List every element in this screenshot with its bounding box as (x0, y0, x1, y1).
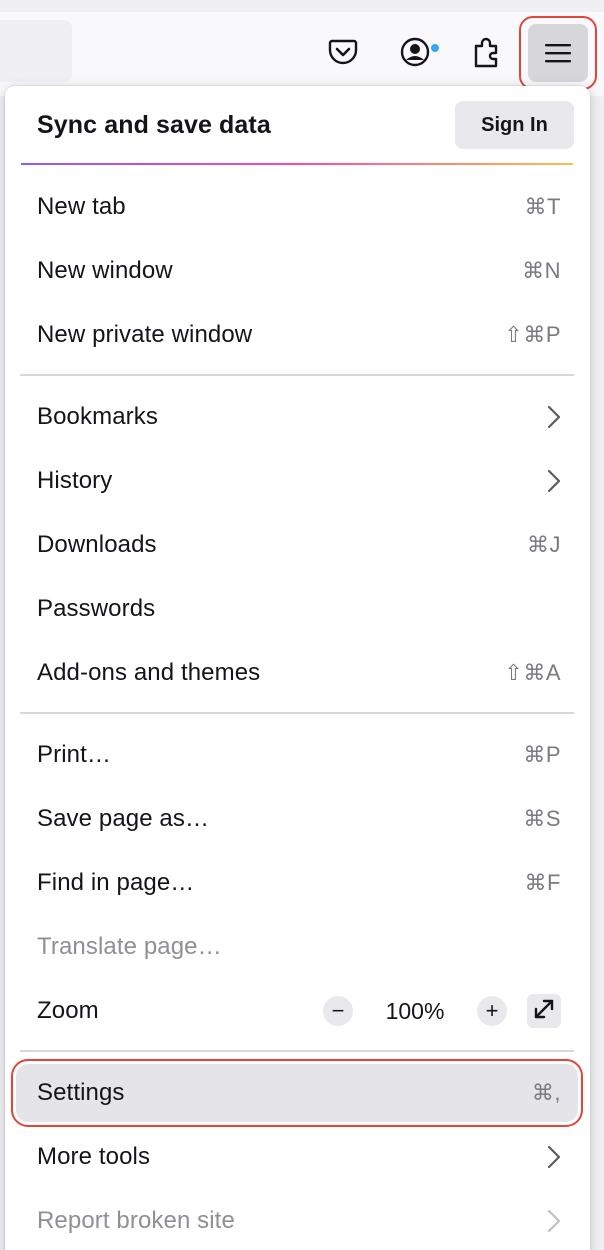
shortcut-label: ⌘P (523, 742, 561, 767)
shortcut-label: ⌘T (524, 194, 561, 219)
notification-badge (429, 42, 441, 54)
chevron-right-icon (547, 469, 561, 493)
shortcut-label: ⌘J (527, 532, 561, 557)
shortcut-label: ⌘F (524, 870, 561, 895)
account-button[interactable] (391, 27, 441, 77)
menu-item-more-tools[interactable]: More tools (16, 1128, 578, 1186)
menu-item-print[interactable]: Print… ⌘P (16, 726, 578, 784)
menu-item-bookmarks[interactable]: Bookmarks (16, 388, 578, 446)
menu-item-new-window[interactable]: New window ⌘N (16, 242, 578, 300)
menu-item-label: Passwords (37, 595, 156, 622)
menu-item-translate-page: Translate page… (16, 918, 578, 976)
menu-item-addons-themes[interactable]: Add-ons and themes ⇧⌘A (16, 644, 578, 702)
menu-item-history[interactable]: History (16, 452, 578, 510)
shortcut-label: ⌘S (523, 806, 561, 831)
menu-item-label: Downloads (37, 531, 157, 558)
menu-item-report-broken-site: Report broken site (16, 1192, 578, 1250)
zoom-controls: − 100% + (323, 994, 561, 1028)
app-menu-button-bg (528, 24, 588, 82)
shortcut-label: ⇧⌘P (504, 322, 561, 347)
menu-item-label: Add-ons and themes (37, 659, 261, 686)
menu-item-settings[interactable]: Settings ⌘, (11, 1059, 583, 1127)
menu-item-label: More tools (37, 1143, 151, 1170)
menu-item-label: New window (37, 257, 173, 284)
zoom-out-button[interactable]: − (323, 996, 353, 1026)
tab-strip (0, 0, 604, 12)
menu-item-downloads[interactable]: Downloads ⌘J (16, 516, 578, 574)
menu-item-new-tab[interactable]: New tab ⌘T (16, 178, 578, 236)
menu-item-save-page-as[interactable]: Save page as… ⌘S (16, 790, 578, 848)
menu-item-find-in-page[interactable]: Find in page… ⌘F (16, 854, 578, 912)
menu-item-label: Bookmarks (37, 403, 158, 430)
zoom-row: Zoom − 100% + (16, 982, 578, 1040)
menu-item-label: Settings (37, 1079, 125, 1106)
menu-item-new-private-window[interactable]: New private window ⇧⌘P (16, 306, 578, 364)
sync-header: Sync and save data Sign In (5, 86, 590, 164)
fullscreen-icon (532, 997, 556, 1026)
menu-separator (20, 1050, 574, 1052)
menu-item-label: Find in page… (37, 869, 195, 896)
menu-item-passwords[interactable]: Passwords (16, 580, 578, 638)
app-menu-button[interactable] (519, 16, 597, 90)
menu-item-label: New private window (37, 321, 253, 348)
menu-item-label: New tab (37, 193, 126, 220)
hamburger-icon (545, 43, 571, 63)
sign-in-button[interactable]: Sign In (455, 101, 574, 149)
accent-divider (21, 163, 573, 165)
menu-item-label: History (37, 467, 113, 494)
shortcut-label: ⇧⌘A (504, 660, 561, 685)
fullscreen-button[interactable] (527, 994, 561, 1028)
zoom-in-button[interactable]: + (477, 996, 507, 1026)
zoom-label: Zoom (37, 997, 99, 1024)
chevron-right-icon (547, 405, 561, 429)
sync-title: Sync and save data (37, 110, 271, 139)
app-menu-panel: Sync and save data Sign In New tab ⌘T Ne… (5, 86, 590, 1250)
chevron-right-icon (547, 1209, 561, 1233)
shortcut-label: ⌘N (522, 258, 561, 283)
menu-item-label: Save page as… (37, 805, 210, 832)
menu-separator (20, 374, 574, 376)
chevron-right-icon (547, 1145, 561, 1169)
extensions-button[interactable] (463, 27, 511, 77)
shortcut-label: ⌘, (531, 1080, 561, 1105)
menu-item-label: Print… (37, 741, 111, 768)
zoom-reset-button[interactable]: 100% (353, 998, 477, 1025)
toolbar (0, 0, 604, 96)
puzzle-icon (472, 36, 502, 68)
account-icon (399, 36, 441, 68)
pocket-button[interactable] (319, 27, 367, 77)
menu-separator (20, 712, 574, 714)
menu-item-label: Report broken site (37, 1207, 235, 1234)
pocket-icon (328, 38, 358, 66)
url-bar[interactable] (0, 20, 72, 82)
menu-item-label: Translate page… (37, 933, 222, 960)
